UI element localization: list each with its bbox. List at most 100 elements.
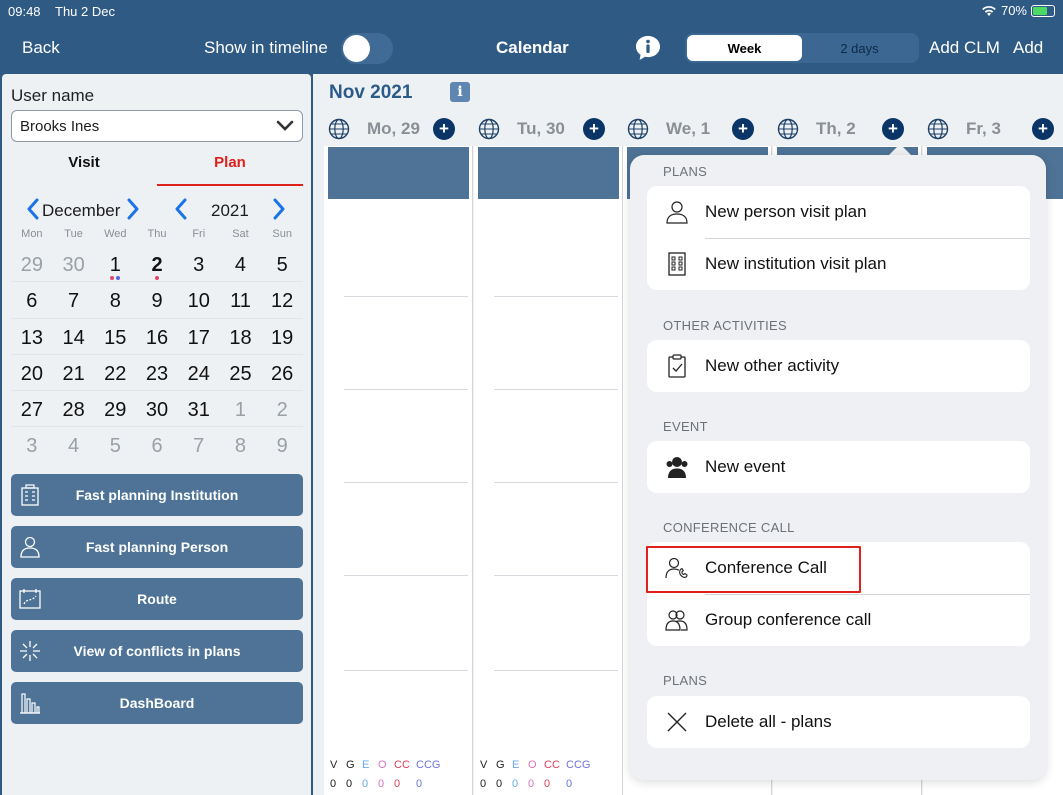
globe-icon[interactable]	[477, 117, 501, 141]
calendar-day[interactable]: 6	[11, 282, 53, 317]
globe-icon[interactable]	[776, 117, 800, 141]
calendar-day[interactable]: 31	[178, 391, 220, 426]
add-day-plus-button[interactable]: +	[732, 118, 754, 140]
calendar-day[interactable]: 7	[53, 282, 95, 317]
calendar-day[interactable]: 3	[11, 427, 53, 463]
delete-all-plans-label: Delete all - plans	[705, 712, 832, 731]
day-band	[478, 147, 619, 199]
new-institution-visit-plan-item[interactable]: New institution visit plan	[647, 238, 1030, 290]
mini-calendar-header: December 2021	[11, 192, 303, 228]
calendar-day[interactable]: 3	[178, 246, 220, 281]
day-column[interactable]: V G E O CC CCG 0 0 0 0 0 0	[474, 146, 623, 795]
calendar-day[interactable]: 12	[261, 282, 303, 317]
calendar-day[interactable]: 29	[94, 391, 136, 426]
calendar-day[interactable]: 5	[94, 427, 136, 463]
info-bubble-icon[interactable]	[634, 34, 662, 62]
timeline-toggle[interactable]	[341, 33, 393, 64]
next-month-icon[interactable]	[125, 198, 141, 220]
calendar-day[interactable]: 22	[94, 355, 136, 390]
fast-planning-person-button[interactable]: Fast planning Person	[11, 526, 303, 568]
calendar-day[interactable]: 16	[136, 319, 178, 354]
globe-icon[interactable]	[926, 117, 950, 141]
legend-key: CCG	[566, 758, 591, 771]
calendar-day[interactable]: 8	[220, 427, 262, 463]
legend-count: 0	[378, 777, 385, 790]
new-event-label: New event	[705, 457, 786, 476]
calendar-day[interactable]: 10	[178, 282, 220, 317]
day-header: Fr, 3 +	[926, 114, 1054, 144]
new-person-visit-plan-item[interactable]: New person visit plan	[647, 186, 1030, 238]
building-icon	[668, 252, 686, 276]
calendar-day[interactable]: 1	[220, 391, 262, 426]
calendar-day[interactable]: 24	[178, 355, 220, 390]
fast-planning-institution-button[interactable]: Fast planning Institution	[11, 474, 303, 516]
calendar-day[interactable]: 25	[220, 355, 262, 390]
calendar-day[interactable]: 11	[220, 282, 262, 317]
prev-year-icon[interactable]	[173, 198, 189, 220]
hour-line	[344, 296, 468, 297]
calendar-day[interactable]: 8	[94, 282, 136, 317]
tab-plan[interactable]: Plan	[157, 146, 303, 186]
add-day-plus-button[interactable]: +	[583, 118, 605, 140]
globe-icon[interactable]	[626, 117, 650, 141]
tab-visit[interactable]: Visit	[11, 146, 157, 186]
calendar-day[interactable]: 14	[53, 319, 95, 354]
new-person-visit-plan-label: New person visit plan	[705, 202, 867, 221]
back-button[interactable]: Back	[22, 38, 60, 58]
info-icon[interactable]: i	[450, 82, 470, 102]
route-button[interactable]: Route	[11, 578, 303, 620]
calendar-day[interactable]: 7	[178, 427, 220, 463]
segment-2days[interactable]: 2 days	[802, 35, 917, 61]
user-name-select[interactable]: Brooks Ines	[11, 110, 303, 142]
calendar-day[interactable]: 20	[11, 355, 53, 390]
view-conflicts-button[interactable]: View of conflicts in plans	[11, 630, 303, 672]
calendar-day[interactable]: 23	[136, 355, 178, 390]
calendar-day[interactable]: 4	[220, 246, 262, 281]
add-day-plus-button[interactable]: +	[1032, 118, 1054, 140]
calendar-day[interactable]: 30	[53, 246, 95, 281]
calendar-day[interactable]: 5	[261, 246, 303, 281]
calendar-week: 6 7 8 9 10 11 12	[11, 282, 303, 319]
add-day-plus-button[interactable]: +	[433, 118, 455, 140]
legend-key: CC	[544, 758, 560, 771]
calendar-day[interactable]: 18	[220, 319, 262, 354]
dashboard-button[interactable]: DashBoard	[11, 682, 303, 724]
chevron-down-icon	[276, 120, 294, 131]
calendar-week: 20 21 22 23 24 25 26	[11, 355, 303, 392]
new-other-activity-label: New other activity	[705, 356, 840, 375]
calendar-day[interactable]: 9	[261, 427, 303, 463]
calendar-day[interactable]: 2	[261, 391, 303, 426]
day-header-label: Fr, 3	[966, 119, 1001, 138]
calendar-day[interactable]: 19	[261, 319, 303, 354]
person-icon	[666, 201, 688, 224]
calendar-day[interactable]: 17	[178, 319, 220, 354]
new-other-activity-item[interactable]: New other activity	[647, 340, 1030, 392]
add-day-plus-button[interactable]: +	[882, 118, 904, 140]
calendar-day[interactable]: 13	[11, 319, 53, 354]
legend-count: 0	[496, 777, 503, 790]
calendar-day[interactable]: 27	[11, 391, 53, 426]
calendar-day[interactable]: 21	[53, 355, 95, 390]
calendar-day[interactable]: 6	[136, 427, 178, 463]
add-button[interactable]: Add	[1013, 38, 1043, 58]
next-year-icon[interactable]	[271, 198, 287, 220]
group-conference-call-item[interactable]: Group conference call	[647, 594, 1030, 646]
globe-icon[interactable]	[327, 117, 351, 141]
calendar-day[interactable]: 28	[53, 391, 95, 426]
new-event-item[interactable]: New event	[647, 441, 1030, 493]
calendar-day[interactable]: 15	[94, 319, 136, 354]
calendar-day-today[interactable]: 2	[136, 246, 178, 281]
calendar-day[interactable]: 26	[261, 355, 303, 390]
delete-all-plans-item[interactable]: Delete all - plans	[647, 696, 1030, 748]
calendar-day[interactable]: 9	[136, 282, 178, 317]
prev-month-icon[interactable]	[25, 198, 41, 220]
calendar-day[interactable]: 4	[53, 427, 95, 463]
calendar-day[interactable]: 1	[94, 246, 136, 281]
calendar-day[interactable]: 30	[136, 391, 178, 426]
person-icon	[20, 536, 40, 558]
calendar-day[interactable]: 29	[11, 246, 53, 281]
day-column[interactable]: V G E O CC CCG 0 0 0 0 0 0	[324, 146, 473, 795]
group-conference-call-label: Group conference call	[705, 610, 872, 629]
add-clm-button[interactable]: Add CLM	[929, 38, 1000, 58]
segment-week[interactable]: Week	[687, 35, 802, 61]
